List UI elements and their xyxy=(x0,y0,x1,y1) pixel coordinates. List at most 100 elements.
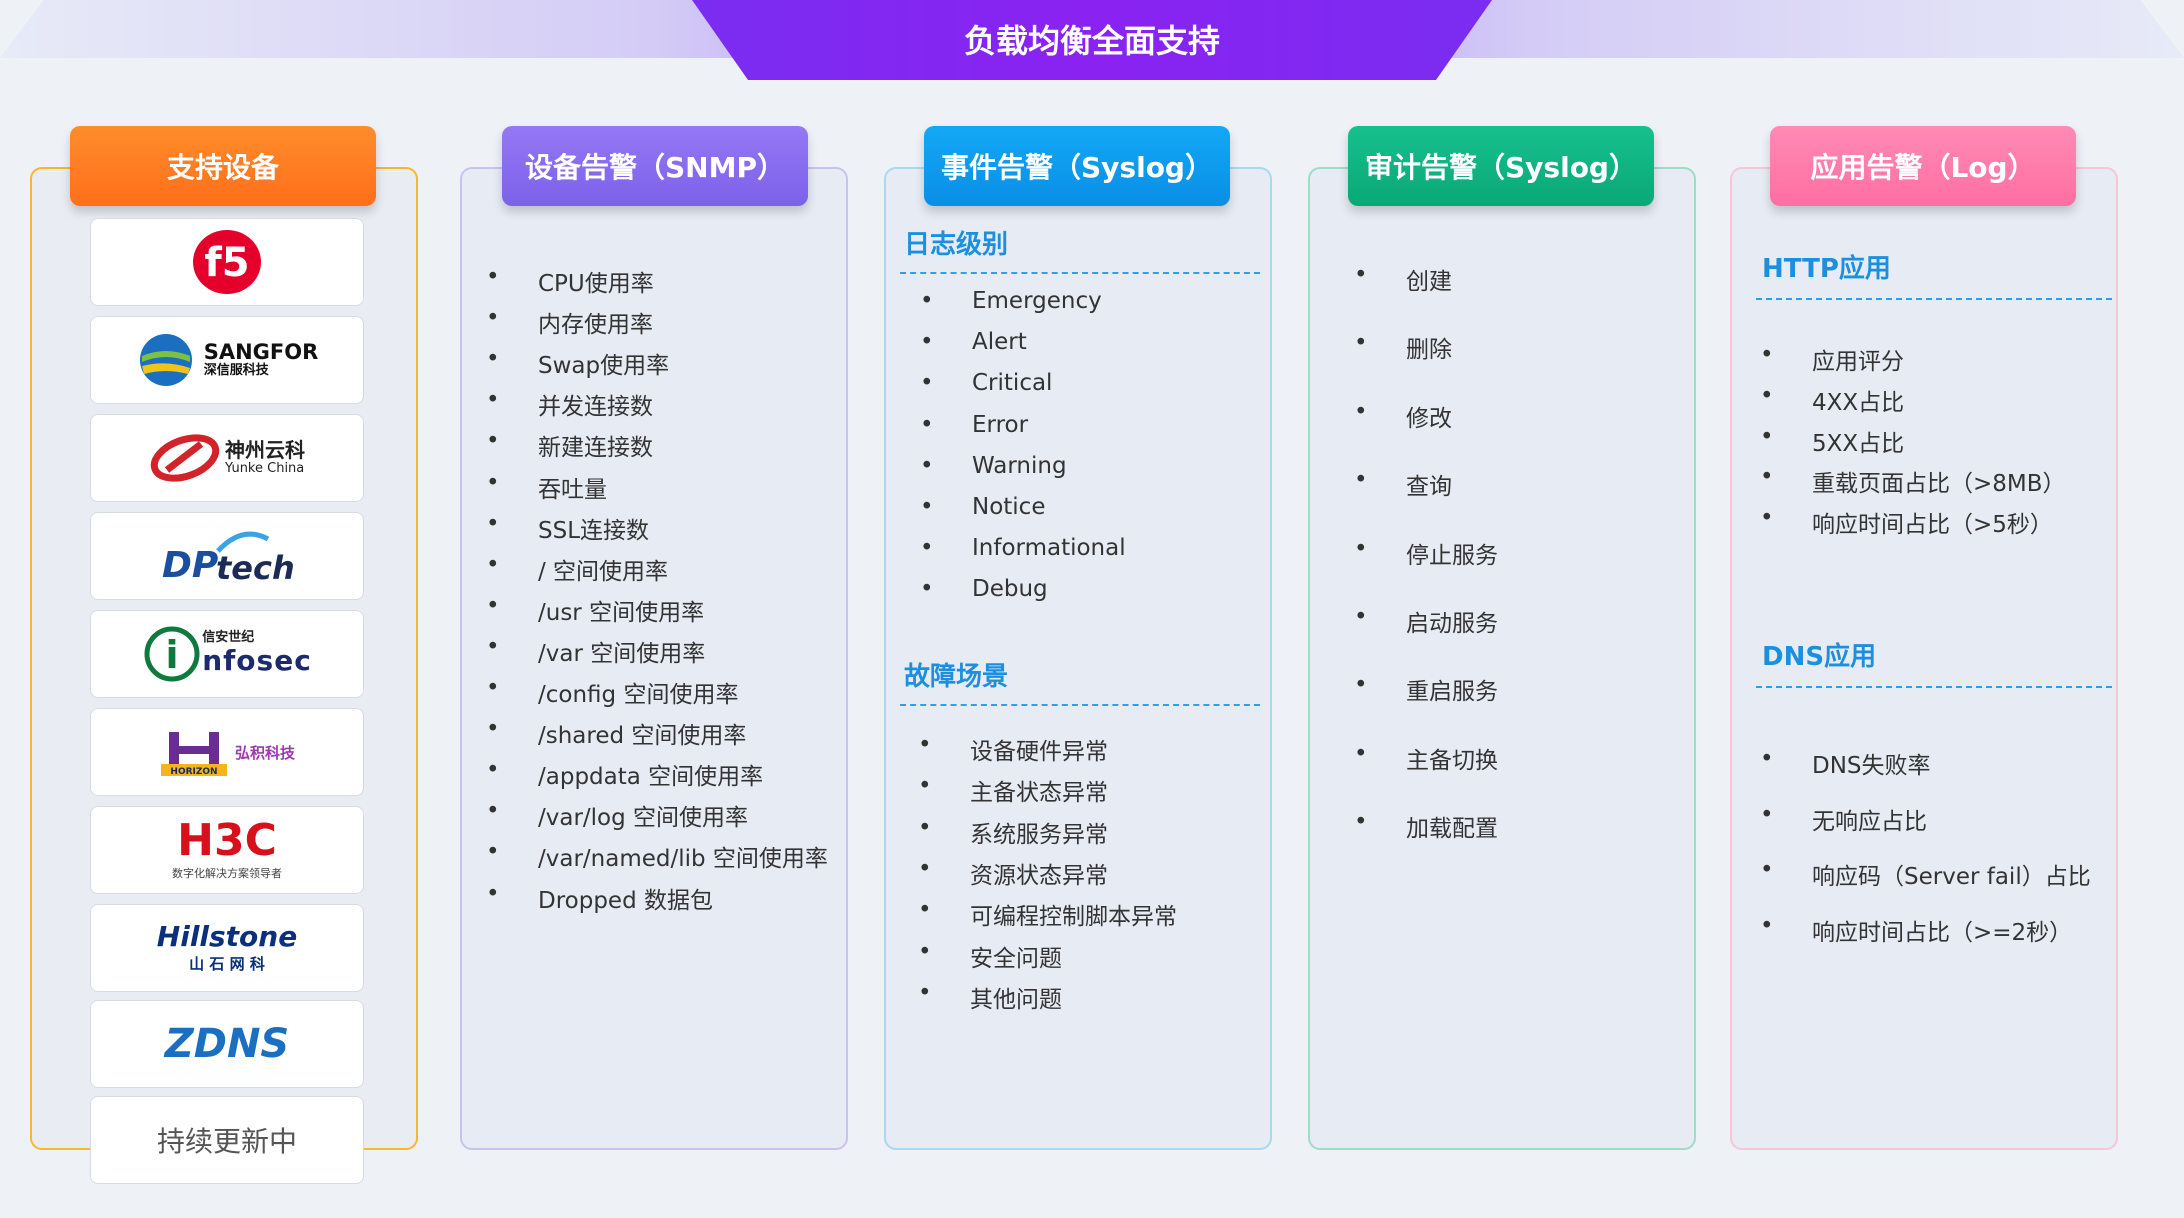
snmp-item-text: 吞吐量 xyxy=(538,476,607,503)
snmp-item-text: CPU使用率 xyxy=(538,271,654,297)
f5-logo-icon: f5 xyxy=(193,230,261,294)
log-level-item-text: Error xyxy=(972,411,1029,438)
logo-zdns: ZDNS xyxy=(90,1000,364,1088)
bullet-icon: • xyxy=(918,979,932,1006)
snmp-item-text: /var/named/lib 空间使用率 xyxy=(538,846,828,873)
zdns-name: ZDNS xyxy=(164,1021,290,1067)
audit-tab: 审计告警（Syslog） xyxy=(1348,126,1654,206)
snmp-item: • /usr 空间使用率 xyxy=(486,593,705,627)
log-level-item-text: Informational xyxy=(972,535,1126,562)
h3c-name: H3C xyxy=(177,815,277,866)
bullet-icon: • xyxy=(1354,398,1368,425)
dns-item: • 无响应占比 xyxy=(1760,802,1927,836)
bullet-icon: • xyxy=(920,494,934,520)
audit-item-text: 删除 xyxy=(1406,337,1452,364)
fault-item: • 安全问题 xyxy=(918,939,1062,973)
snmp-item: • /var/log 空间使用率 xyxy=(486,798,749,832)
snmp-item-text: Swap使用率 xyxy=(538,353,670,380)
audit-item-text: 修改 xyxy=(1406,405,1452,432)
http-item: • 响应时间占比（>5秒） xyxy=(1760,505,2053,539)
fault-item-text: 其他问题 xyxy=(970,986,1062,1013)
snmp-item: • /config 空间使用率 xyxy=(486,675,738,709)
snmp-item-text: 并发连接数 xyxy=(538,394,653,421)
http-item-text: 5XX占比 xyxy=(1812,430,1905,457)
log-level-item: • Informational xyxy=(920,535,1126,562)
log-level-item: • Warning xyxy=(920,453,1067,479)
audit-item: • 启动服务 xyxy=(1354,604,1498,638)
bullet-icon: • xyxy=(1760,801,1774,828)
snmp-item-text: /var/log 空间使用率 xyxy=(538,805,749,832)
bullet-icon: • xyxy=(1760,505,1774,532)
audit-item-text: 停止服务 xyxy=(1406,542,1498,569)
dns-heading: DNS应用 xyxy=(1762,642,1877,672)
bullet-icon: • xyxy=(1354,467,1368,494)
bullet-icon: • xyxy=(486,428,500,455)
audit-item-text: 重启服务 xyxy=(1406,679,1498,706)
snmp-item: • Dropped 数据包 xyxy=(486,881,713,915)
snmp-item: • /shared 空间使用率 xyxy=(486,716,746,750)
bullet-icon: • xyxy=(486,880,500,907)
snmp-item-text: / 空间使用率 xyxy=(538,558,669,585)
audit-item: • 停止服务 xyxy=(1354,536,1498,570)
snmp-item-text: /usr 空间使用率 xyxy=(538,599,705,626)
svg-text:f5: f5 xyxy=(204,240,249,286)
bullet-icon: • xyxy=(918,897,932,924)
log-tab: 应用告警（Log） xyxy=(1770,126,2076,206)
http-item-text: 4XX占比 xyxy=(1812,389,1905,416)
bullet-icon: • xyxy=(918,773,932,800)
http-divider xyxy=(1756,298,2112,300)
dns-item: • DNS失败率 xyxy=(1760,746,1931,780)
audit-item-text: 主备切换 xyxy=(1406,747,1498,774)
log-level-item-text: Debug xyxy=(972,576,1048,603)
snmp-item: • 内存使用率 xyxy=(486,305,653,339)
bullet-icon: • xyxy=(920,576,934,603)
bullet-icon: • xyxy=(1760,423,1774,450)
log-level-divider xyxy=(900,272,1260,274)
log-level-item: • Error xyxy=(920,411,1029,438)
fault-item-text: 可编程控制脚本异常 xyxy=(970,904,1177,931)
audit-item: • 主备切换 xyxy=(1354,741,1498,775)
bullet-icon: • xyxy=(1354,809,1368,836)
dns-item-text: 无响应占比 xyxy=(1812,808,1927,835)
snmp-item: • / 空间使用率 xyxy=(486,552,669,586)
bullet-icon: • xyxy=(486,633,500,660)
bullet-icon: • xyxy=(486,264,500,290)
bullet-icon: • xyxy=(1760,382,1774,409)
yunke-swirl-icon xyxy=(150,434,220,482)
audit-item-text: 启动服务 xyxy=(1406,611,1498,637)
bullet-icon: • xyxy=(1760,746,1774,772)
snmp-item-text: Dropped 数据包 xyxy=(538,887,713,914)
snmp-item-text: SSL连接数 xyxy=(538,517,650,544)
audit-item: • 创建 xyxy=(1354,262,1452,296)
bullet-icon: • xyxy=(1354,330,1368,357)
fault-item-text: 设备硬件异常 xyxy=(970,739,1108,765)
bullet-icon: • xyxy=(486,798,500,825)
bullet-icon: • xyxy=(1354,535,1368,562)
sangfor-globe-icon xyxy=(139,334,192,386)
bullet-icon: • xyxy=(486,305,500,332)
logo-f5: f5 xyxy=(90,218,364,306)
snmp-item-text: /appdata 空间使用率 xyxy=(538,764,764,791)
http-item: • 应用评分 xyxy=(1760,342,1904,376)
sangfor-sub: 深信服科技 xyxy=(203,363,269,379)
more-devices-text: 持续更新中 xyxy=(156,1125,297,1158)
svg-text:tech: tech xyxy=(216,549,295,587)
sangfor-name: SANGFOR xyxy=(203,340,319,365)
snmp-item-text: /var 空间使用率 xyxy=(538,640,706,667)
audit-item: • 加载配置 xyxy=(1354,809,1498,843)
bullet-icon: • xyxy=(1760,912,1774,939)
log-level-heading: 日志级别 xyxy=(904,230,1009,260)
log-level-item: • Emergency xyxy=(920,288,1102,314)
svg-text:DP: DP xyxy=(162,545,218,586)
fault-item: • 可编程控制脚本异常 xyxy=(918,897,1177,931)
logo-horizon: HORIZON 弘积科技 xyxy=(90,708,364,796)
bullet-icon: • xyxy=(486,716,500,743)
http-item: • 4XX占比 xyxy=(1760,383,1905,417)
bullet-icon: • xyxy=(920,370,934,397)
bullet-icon: • xyxy=(920,411,934,438)
log-level-item-text: Emergency xyxy=(972,288,1102,314)
bullet-icon: • xyxy=(1760,857,1774,883)
dns-item-text: 响应时间占比（>=2秒） xyxy=(1812,919,2073,946)
bullet-icon: • xyxy=(920,535,934,562)
snmp-item-text: 内存使用率 xyxy=(538,312,653,339)
